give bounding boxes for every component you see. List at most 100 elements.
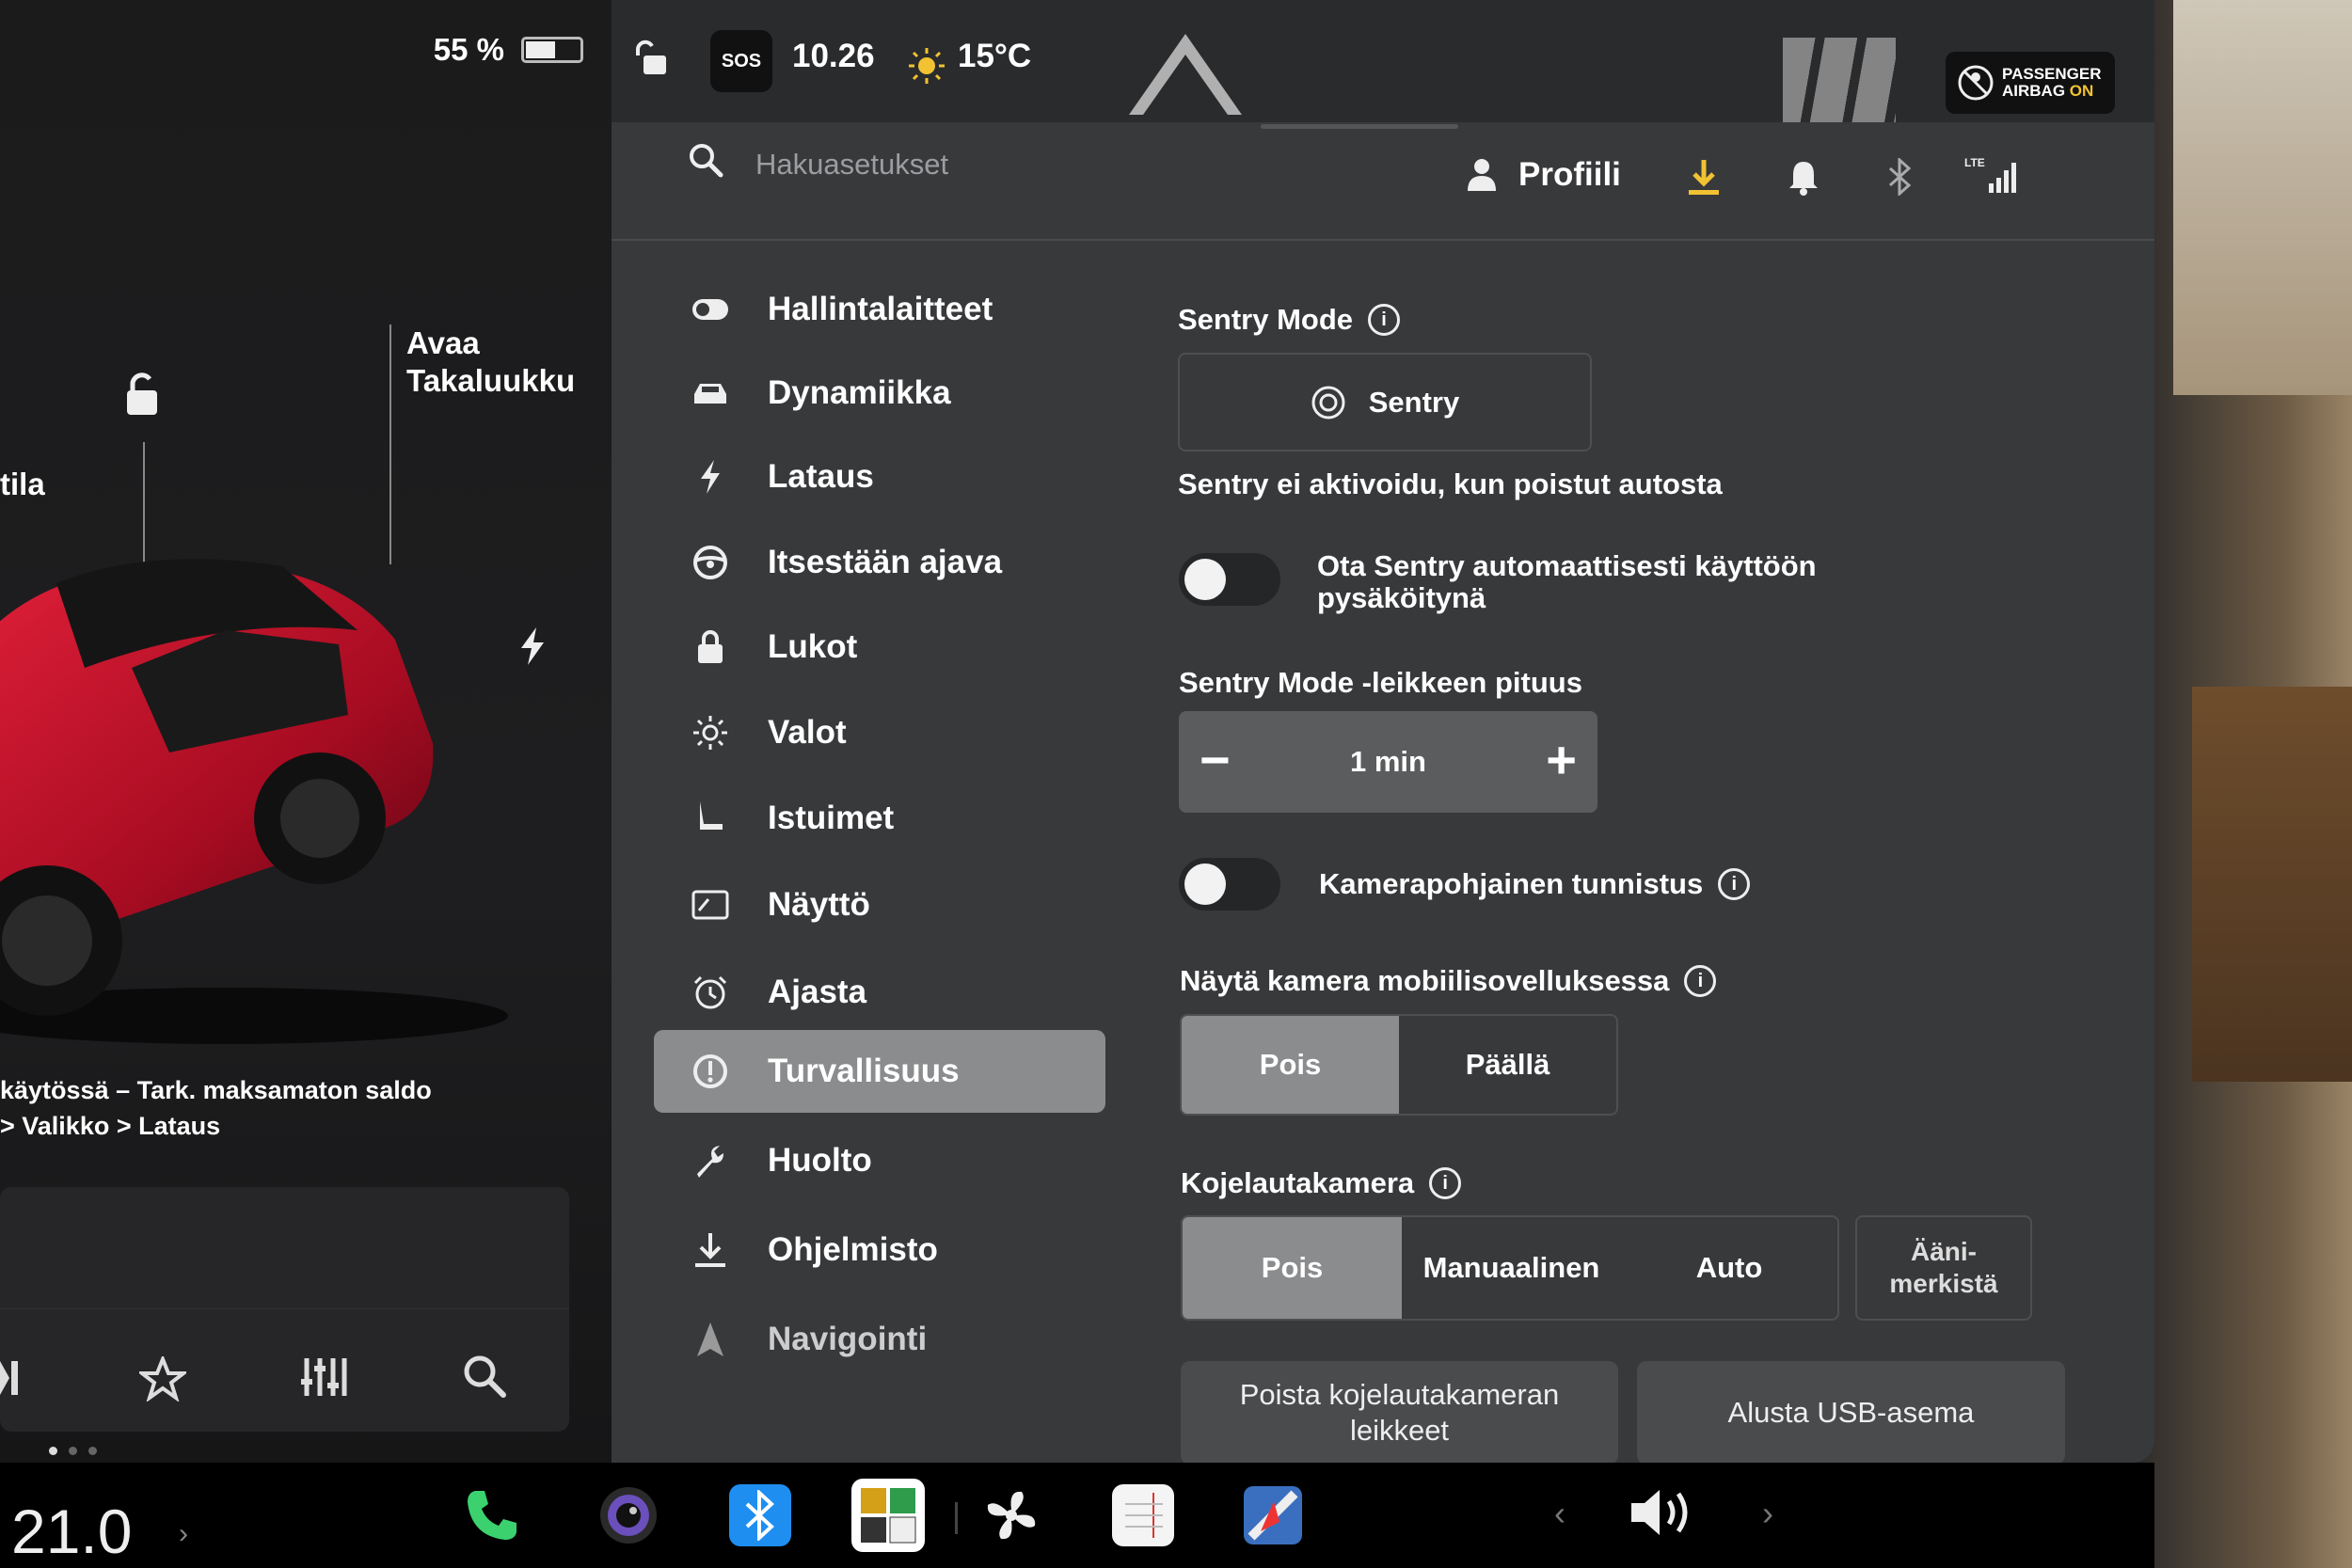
auto-sentry-toggle[interactable] bbox=[1179, 553, 1280, 606]
sidebar-item-label: Valot bbox=[768, 714, 847, 751]
toggle-icon bbox=[687, 298, 734, 321]
sidebar-item-label: Dynamiikka bbox=[768, 374, 951, 411]
trunk-label[interactable]: Avaa Takaluukku bbox=[406, 325, 575, 400]
decorative-stripes bbox=[1783, 38, 1896, 122]
sidebar-item-turvallisuus[interactable]: Turvallisuus bbox=[654, 1030, 1105, 1113]
frunk-label[interactable]: tila bbox=[0, 466, 45, 503]
info-icon[interactable]: i bbox=[1429, 1167, 1462, 1199]
taskbar-divider bbox=[955, 1502, 958, 1534]
sidebar-item-label: Navigointi bbox=[768, 1321, 928, 1357]
charging-warning[interactable]: käytössä – Tark. maksamaton saldo > Vali… bbox=[0, 1072, 432, 1144]
outside-temperature: 15°C bbox=[958, 38, 1032, 74]
phone-icon[interactable] bbox=[461, 1484, 523, 1546]
dashcam-option-manual[interactable]: Manuaalinen bbox=[1402, 1217, 1621, 1319]
auto-sentry-label: Ota Sentry automaattisesti käyttöön pysä… bbox=[1317, 549, 1817, 614]
battery-percent: 55 % bbox=[433, 32, 504, 67]
sidebar-item-huolto[interactable]: Huolto bbox=[687, 1119, 1138, 1202]
sidebar-item-navigointi[interactable]: Navigointi bbox=[687, 1298, 1138, 1381]
software-update-download-icon[interactable] bbox=[1687, 158, 1721, 200]
search-input[interactable]: Hakuasetukset bbox=[755, 148, 948, 182]
dashcam-selector: Pois Manuaalinen Auto bbox=[1181, 1215, 1839, 1321]
clip-length-value: 1 min bbox=[1350, 745, 1426, 778]
lte-signal-icon: LTE bbox=[1964, 155, 2021, 199]
sentry-button[interactable]: Sentry bbox=[1178, 353, 1592, 451]
sidebar-item-lataus[interactable]: Lataus bbox=[687, 436, 1138, 518]
honk-sound-button[interactable]: Ääni- merkistä bbox=[1855, 1215, 2032, 1321]
sidebar-item-label: Turvallisuus bbox=[768, 1053, 960, 1089]
search-icon[interactable] bbox=[687, 141, 724, 183]
wrench-icon bbox=[687, 1142, 734, 1180]
format-usb-button[interactable]: Alusta USB-asema bbox=[1637, 1361, 2065, 1463]
camera-detection-label: Kamerapohjainen tunnistus i bbox=[1319, 867, 1751, 901]
info-icon[interactable]: i bbox=[1684, 965, 1717, 997]
charge-port-icon[interactable] bbox=[516, 626, 549, 672]
unlock-icon[interactable] bbox=[632, 40, 670, 82]
bluetooth-app-icon[interactable] bbox=[729, 1484, 791, 1546]
volume-up-chevron-icon[interactable]: › bbox=[1762, 1494, 1773, 1533]
increase-button[interactable]: + bbox=[1546, 734, 1577, 786]
sidebar-item-ohjelmisto[interactable]: Ohjelmisto bbox=[687, 1209, 1138, 1291]
sidebar-item-istuimet[interactable]: Istuimet bbox=[687, 777, 1138, 860]
mobile-camera-option-off[interactable]: Pois bbox=[1182, 1016, 1399, 1114]
sidebar-item-label: Itsestään ajava bbox=[768, 544, 1003, 580]
dashcam-option-auto[interactable]: Auto bbox=[1621, 1217, 1837, 1319]
sidebar-item-itsestään-ajava[interactable]: Itsestään ajava bbox=[687, 521, 1138, 604]
sentry-description: Sentry ei aktivoidu, kun poistut autosta bbox=[1178, 467, 1723, 500]
temperature-up-chevron-icon[interactable]: › bbox=[179, 1518, 188, 1550]
sidebar-item-dynamiikka[interactable]: Dynamiikka bbox=[687, 352, 1138, 435]
navigation-icon bbox=[687, 1321, 734, 1358]
battery-status: 55 % bbox=[434, 32, 583, 68]
volume-down-chevron-icon[interactable]: ‹ bbox=[1554, 1494, 1565, 1533]
taskbar bbox=[0, 1463, 2154, 1568]
sidebar-item-lukot[interactable]: Lukot bbox=[687, 606, 1138, 689]
sentry-mode-title: Sentry Mode i bbox=[1178, 303, 1401, 337]
fan-icon[interactable] bbox=[980, 1484, 1042, 1546]
delete-dashcam-clips-button[interactable]: Poista kojelautakameran leikkeet bbox=[1181, 1361, 1618, 1463]
sidebar-item-näyttö[interactable]: Näyttö bbox=[687, 863, 1138, 946]
mobile-camera-option-on[interactable]: Päällä bbox=[1399, 1016, 1616, 1114]
drag-handle[interactable] bbox=[1261, 124, 1458, 129]
info-icon[interactable]: i bbox=[1718, 868, 1751, 900]
clip-length-stepper: − 1 min + bbox=[1179, 711, 1597, 813]
favorite-star-icon[interactable] bbox=[136, 1354, 189, 1406]
sidebar-item-ajasta[interactable]: Ajasta bbox=[687, 951, 1138, 1034]
car-panel: 55 % tila Avaa Takaluukku käytössä – Tar… bbox=[0, 0, 612, 1463]
media-now-playing bbox=[0, 1187, 569, 1309]
navigation-app-icon[interactable] bbox=[1242, 1484, 1304, 1546]
background-wood-top bbox=[2173, 0, 2352, 395]
equalizer-icon[interactable] bbox=[299, 1354, 350, 1404]
person-icon bbox=[1468, 159, 1496, 191]
bluetooth-icon[interactable] bbox=[1886, 156, 1915, 200]
dashcam-option-off[interactable]: Pois bbox=[1183, 1217, 1402, 1319]
airbag-icon bbox=[1958, 65, 1994, 101]
profile-button[interactable]: Profiili bbox=[1466, 156, 1621, 194]
notification-bell-icon[interactable] bbox=[1788, 158, 1820, 200]
car-icon bbox=[687, 379, 734, 407]
svg-text:LTE: LTE bbox=[1964, 156, 1985, 169]
search-bar[interactable] bbox=[612, 130, 2154, 241]
sidebar-item-label: Lataus bbox=[768, 458, 874, 495]
media-search-icon[interactable] bbox=[461, 1353, 508, 1404]
sidebar-item-label: Ajasta bbox=[768, 974, 867, 1010]
next-track-icon[interactable] bbox=[0, 1359, 23, 1402]
sidebar-item-valot[interactable]: Valot bbox=[687, 691, 1138, 774]
download-icon bbox=[687, 1231, 734, 1269]
sidebar-item-label: Hallintalaitteet bbox=[768, 291, 993, 327]
sentry-icon bbox=[1311, 386, 1345, 419]
camera-detection-toggle[interactable] bbox=[1179, 858, 1280, 911]
sidebar-item-hallintalaitteet[interactable]: Hallintalaitteet bbox=[687, 268, 1138, 351]
volume-icon[interactable] bbox=[1628, 1484, 1695, 1545]
sidebar-item-label: Näyttö bbox=[768, 886, 870, 923]
sidebar-item-label: Lukot bbox=[768, 628, 858, 665]
sos-button[interactable]: SOS bbox=[710, 30, 772, 92]
cabin-temperature[interactable]: 21.0 bbox=[11, 1496, 132, 1567]
toybox-icon[interactable] bbox=[851, 1479, 925, 1552]
sun-weather-icon bbox=[908, 47, 946, 89]
seat-icon bbox=[687, 800, 734, 837]
frunk-unlock-icon[interactable] bbox=[118, 372, 165, 423]
sidebar-item-label: Huolto bbox=[768, 1142, 872, 1179]
info-icon[interactable]: i bbox=[1368, 304, 1401, 336]
camera-icon[interactable] bbox=[597, 1484, 660, 1546]
notepad-icon[interactable] bbox=[1112, 1484, 1174, 1546]
display-icon bbox=[687, 890, 734, 920]
